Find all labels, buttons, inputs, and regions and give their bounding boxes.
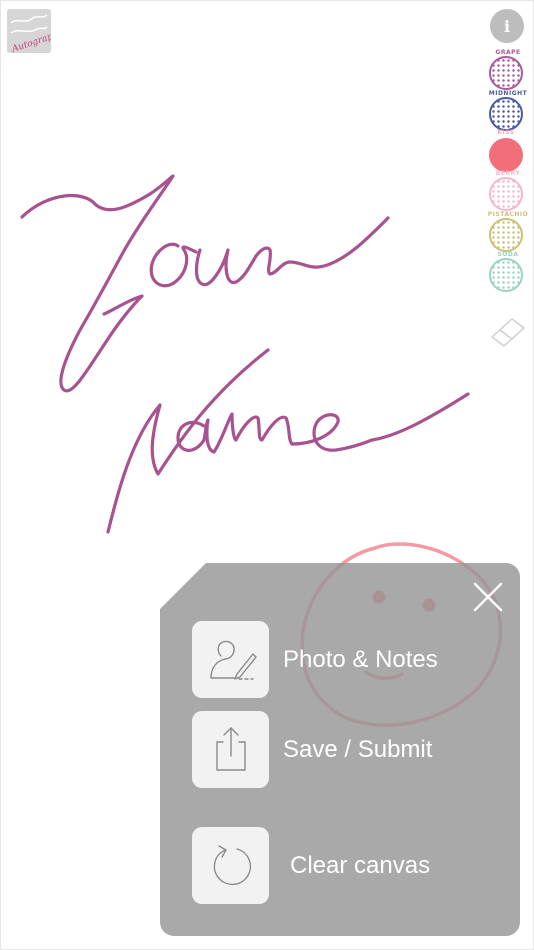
color-swatch-soda[interactable]: SODA	[489, 251, 523, 292]
swatch-label: KISS	[497, 129, 515, 136]
autograph-logo-icon: Autograph	[7, 9, 51, 53]
reset-icon	[192, 827, 269, 904]
menu-item-label: Save / Submit	[283, 735, 433, 763]
close-icon[interactable]	[471, 580, 505, 614]
swatch-label: GRAPE	[495, 49, 521, 56]
color-swatch-pistachio[interactable]: PISTACHIO	[488, 211, 528, 252]
app-logo: Autograph	[7, 9, 51, 53]
eraser-icon[interactable]	[489, 314, 527, 348]
color-swatch-kiss[interactable]: KISS	[489, 129, 523, 172]
swatch-label: MIDNIGHT	[488, 90, 528, 97]
save-submit-button[interactable]: Save / Submit	[192, 711, 432, 788]
color-swatch-berry[interactable]: BERRY	[489, 170, 523, 211]
info-button[interactable]: i	[490, 9, 524, 43]
menu-item-label: Clear canvas	[290, 851, 431, 879]
color-swatch-grape[interactable]: GRAPE	[489, 49, 523, 90]
swatch-label: SODA	[497, 251, 519, 258]
clear-canvas-button[interactable]: Clear canvas	[192, 827, 430, 904]
color-swatch-midnight[interactable]: MIDNIGHT	[489, 90, 527, 131]
signature-person-icon	[192, 621, 269, 698]
swatch-label: BERRY	[495, 170, 521, 177]
handwriting-your-name	[20, 174, 470, 534]
photo-notes-button[interactable]: Photo & Notes	[192, 621, 438, 698]
menu-item-label: Photo & Notes	[283, 645, 438, 673]
swatch-label: PISTACHIO	[487, 211, 529, 218]
share-icon	[192, 711, 269, 788]
